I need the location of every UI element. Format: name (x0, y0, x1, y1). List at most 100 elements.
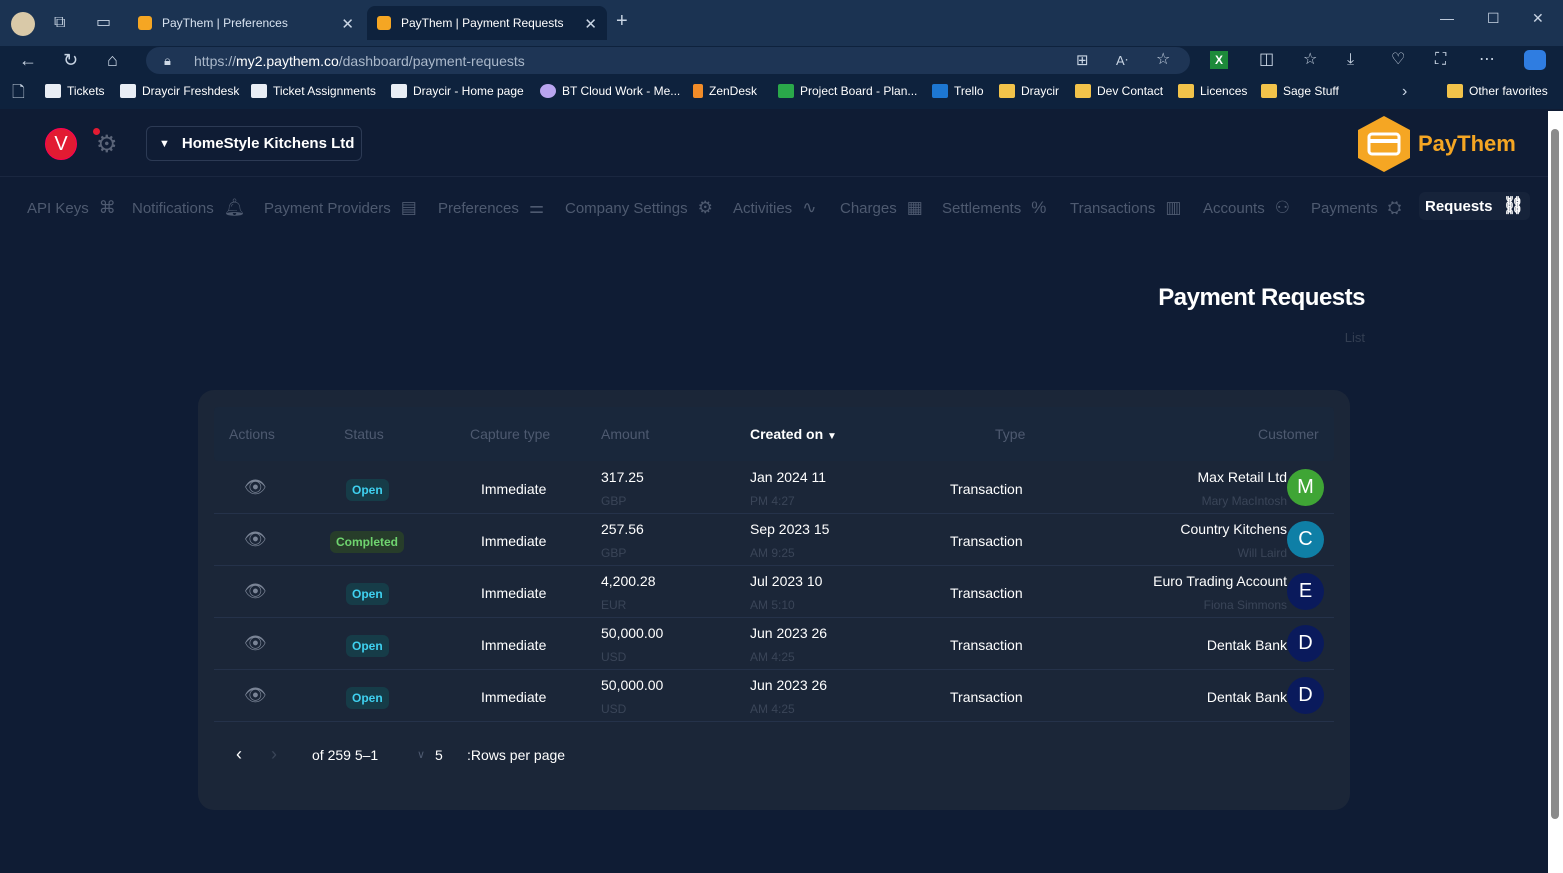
excel-extension-icon[interactable]: X (1210, 51, 1228, 69)
favorite-folder[interactable]: Sage Stuff (1261, 84, 1339, 98)
chevron-down-icon: ▼ (159, 137, 170, 150)
favorite-item[interactable]: Ticket Assignments (251, 84, 376, 98)
customer-name: Euro Trading Account (1153, 573, 1287, 589)
nav-activities[interactable]: Activities ∿ (733, 198, 816, 218)
favorites-icon[interactable]: ☆ (1303, 51, 1317, 69)
favorite-item[interactable]: BT Cloud Work - Me... (540, 84, 680, 98)
folder-icon (1447, 84, 1463, 98)
favorite-item[interactable]: Tickets (45, 84, 105, 98)
favorite-folder[interactable]: Licences (1178, 84, 1247, 98)
col-status[interactable]: Status (344, 426, 384, 442)
col-type[interactable]: Type (995, 426, 1025, 442)
other-favorites[interactable]: Other favorites (1447, 84, 1548, 98)
nav-preferences[interactable]: Preferences ⚌ (438, 198, 544, 218)
new-tab-icon[interactable]: + (616, 11, 628, 31)
nav-divider (0, 176, 1548, 177)
col-actions: Actions (229, 426, 275, 442)
settings-gear-icon[interactable]: ⚙ (96, 130, 118, 159)
favorite-item[interactable]: ZenDesk (693, 84, 757, 98)
favorite-item[interactable]: Project Board - Plan... (778, 84, 917, 98)
rows-per-page-label: :Rows per page (467, 747, 566, 763)
maximize-icon[interactable]: ☐ (1487, 10, 1500, 27)
nav-settlements[interactable]: Settlements% (942, 198, 1046, 218)
read-aloud-icon[interactable]: Aᐧ (1116, 52, 1128, 70)
favorite-folder[interactable]: Dev Contact (1075, 84, 1163, 98)
home-icon[interactable]: ⌂ (107, 51, 118, 69)
status-badge: Open (346, 583, 389, 605)
close-icon[interactable]: ✕ (584, 15, 597, 33)
favorite-folder[interactable]: Draycir (999, 84, 1059, 98)
page-favicon (251, 84, 267, 98)
amount: 50,000.00 (601, 625, 664, 641)
more-icon[interactable]: ⋯ (1479, 51, 1495, 69)
view-eye-icon[interactable]: 👁︎ (244, 529, 267, 550)
page-icon: 🗋︎ (12, 84, 25, 101)
view-eye-icon[interactable]: 👁︎ (244, 685, 267, 706)
close-icon[interactable]: ✕ (341, 15, 354, 33)
user-avatar[interactable]: V (45, 128, 77, 160)
favorite-item[interactable]: Draycir - Home page (391, 84, 524, 98)
view-eye-icon[interactable]: 👁︎ (244, 477, 267, 498)
favorite-item[interactable]: Draycir Freshdesk (120, 84, 239, 98)
col-customer[interactable]: Customer (1258, 426, 1319, 442)
refresh-icon[interactable]: ↻ (63, 51, 78, 69)
workspaces-icon[interactable]: ⧉ (54, 14, 65, 32)
folder-icon (999, 84, 1015, 98)
nav-requests[interactable]: Requests ⛓ (1419, 192, 1531, 220)
nav-payments[interactable]: Payments ⛭ (1311, 198, 1401, 218)
created-time: AM 4:25 (750, 650, 795, 664)
nav-api-keys[interactable]: API Keys ⌘ (27, 198, 116, 218)
view-eye-icon[interactable]: 👁︎ (244, 581, 267, 602)
tab-actions-icon[interactable]: ▭ (96, 14, 111, 32)
logo-text: PayThem (1418, 131, 1516, 156)
receipt-icon: ▥ (1165, 198, 1182, 217)
currency: EUR (601, 598, 627, 612)
view-eye-icon[interactable]: 👁︎ (244, 633, 267, 654)
nav-company-settings[interactable]: Company Settings ⚙ (565, 198, 713, 218)
amount: 317.25 (601, 469, 644, 485)
col-amount[interactable]: Amount (601, 426, 649, 442)
close-window-icon[interactable]: ✕ (1532, 10, 1544, 27)
favorite-star-icon[interactable]: ☆ (1156, 51, 1170, 69)
page-favicon (540, 84, 556, 98)
col-capture-type[interactable]: Capture type (470, 426, 550, 442)
rows-per-page-select[interactable]: 5 (435, 747, 443, 763)
minimize-icon[interactable]: — (1440, 10, 1454, 26)
capture-type: Immediate (481, 585, 547, 601)
rows-per-page-chevron-icon[interactable]: ∨ (417, 748, 425, 761)
scrollbar[interactable] (1548, 111, 1563, 873)
next-page-icon[interactable]: › (271, 744, 277, 765)
company-name: HomeStyle Kitchens Ltd (181, 135, 355, 152)
app-available-icon[interactable]: ⊞ (1076, 52, 1089, 70)
api-icon: ⌘ (98, 198, 116, 217)
nav-notifications[interactable]: Notifications 🔔︎ (132, 198, 245, 218)
nav-transactions[interactable]: Transactions ▥ (1070, 198, 1181, 218)
company-selector[interactable]: ▼ HomeStyle Kitchens Ltd (146, 126, 362, 161)
page-title: Payment Requests (1158, 284, 1365, 311)
browser-essentials-icon[interactable]: ♡ (1391, 51, 1405, 69)
copilot-icon[interactable] (1524, 50, 1546, 70)
prev-page-icon[interactable]: ‹ (236, 744, 242, 765)
scrollbar-thumb[interactable] (1551, 129, 1559, 819)
paythem-logo: PayThem (1356, 114, 1516, 174)
tab-preferences[interactable]: PayThem | Preferences ✕ (128, 6, 364, 40)
chevron-right-icon[interactable]: › (1402, 83, 1407, 101)
logo-hex-icon (1358, 116, 1410, 172)
url-field[interactable]: 🔒︎ https://my2.paythem.co/dashboard/paym… (146, 47, 1190, 74)
downloads-icon[interactable]: ⤓ (1347, 51, 1354, 69)
favorite-item[interactable]: Trello (932, 84, 984, 98)
nav-payment-providers[interactable]: Payment Providers ▤ (264, 198, 417, 218)
back-icon[interactable]: ← (19, 51, 37, 69)
nav-charges[interactable]: Charges ▦ (840, 198, 923, 218)
currency: GBP (601, 494, 627, 508)
tab-payment-requests[interactable]: PayThem | Payment Requests ✕ (367, 6, 607, 40)
coin-icon: ⛭ (1387, 198, 1402, 217)
profile-avatar-icon[interactable] (11, 12, 35, 36)
paythem-favicon (377, 16, 391, 30)
nav-accounts[interactable]: Accounts ⚇ (1203, 198, 1290, 218)
type: Transaction (950, 585, 1023, 601)
currency: USD (601, 650, 627, 664)
col-created-on[interactable]: Created on ▼ (750, 426, 837, 442)
screenshot-icon[interactable]: ⛶ (1435, 51, 1446, 69)
split-screen-icon[interactable]: ◫ (1259, 51, 1274, 69)
